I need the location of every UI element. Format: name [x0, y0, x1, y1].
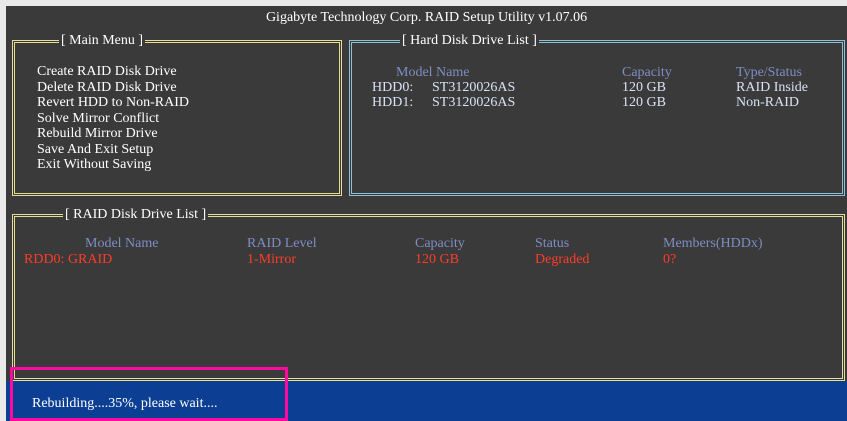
- hdd-row-capacity: 120 GB: [622, 95, 666, 110]
- raid-header-model: Model Name: [85, 236, 159, 251]
- menu-item-solve-mirror-conflict[interactable]: Solve Mirror Conflict: [37, 111, 189, 127]
- hdd-header-type: Type/Status: [736, 65, 802, 80]
- menu-item-rebuild-mirror[interactable]: Rebuild Mirror Drive: [37, 126, 189, 142]
- main-menu-panel: [ Main Menu ] Create RAID Disk Drive Del…: [12, 33, 342, 196]
- hdd-row-model: ST3120026AS: [432, 95, 516, 110]
- hdd-row-capacity: 120 GB: [622, 80, 666, 95]
- window-title: Gigabyte Technology Corp. RAID Setup Uti…: [265, 10, 588, 25]
- menu-item-revert-hdd[interactable]: Revert HDD to Non-RAID: [37, 95, 189, 111]
- raid-header-capacity: Capacity: [415, 236, 465, 251]
- raid-header-members: Members(HDDx): [663, 236, 763, 251]
- main-menu-list: Create RAID Disk Drive Delete RAID Disk …: [37, 64, 189, 173]
- raid-list-panel: [ RAID Disk Drive List ] Model Name RAID…: [12, 207, 845, 381]
- hdd-row-type: Non-RAID: [736, 95, 799, 110]
- raid-row-model: RDD0: GRAID: [24, 252, 113, 267]
- hdd-row-type: RAID Inside: [736, 80, 808, 95]
- raid-header-level: RAID Level: [247, 236, 317, 251]
- main-menu-label: [ Main Menu ]: [59, 33, 146, 49]
- status-message: Rebuilding....35%, please wait....: [32, 396, 218, 411]
- raid-setup-screen: Gigabyte Technology Corp. RAID Setup Uti…: [6, 6, 847, 421]
- raid-row-level: 1-Mirror: [247, 252, 296, 267]
- menu-item-delete-raid[interactable]: Delete RAID Disk Drive: [37, 80, 189, 96]
- hdd-row-id: HDD1:: [372, 95, 414, 110]
- hdd-header-capacity: Capacity: [622, 65, 672, 80]
- raid-row-status: Degraded: [535, 252, 590, 267]
- hdd-header-model: Model Name: [396, 65, 470, 80]
- menu-item-create-raid[interactable]: Create RAID Disk Drive: [37, 64, 189, 80]
- hdd-row-model: ST3120026AS: [432, 80, 516, 95]
- raid-list-label: [ RAID Disk Drive List ]: [63, 207, 209, 223]
- menu-item-exit-without-saving[interactable]: Exit Without Saving: [37, 157, 189, 173]
- raid-row-capacity: 120 GB: [415, 252, 459, 267]
- raid-header-status: Status: [535, 236, 570, 251]
- hdd-list-panel: [ Hard Disk Drive List ] Model Name Capa…: [349, 33, 845, 196]
- hdd-list-label: [ Hard Disk Drive List ]: [400, 33, 539, 49]
- menu-item-save-exit[interactable]: Save And Exit Setup: [37, 142, 189, 158]
- hdd-row-id: HDD0:: [372, 80, 414, 95]
- raid-row-members: 0?: [663, 252, 677, 267]
